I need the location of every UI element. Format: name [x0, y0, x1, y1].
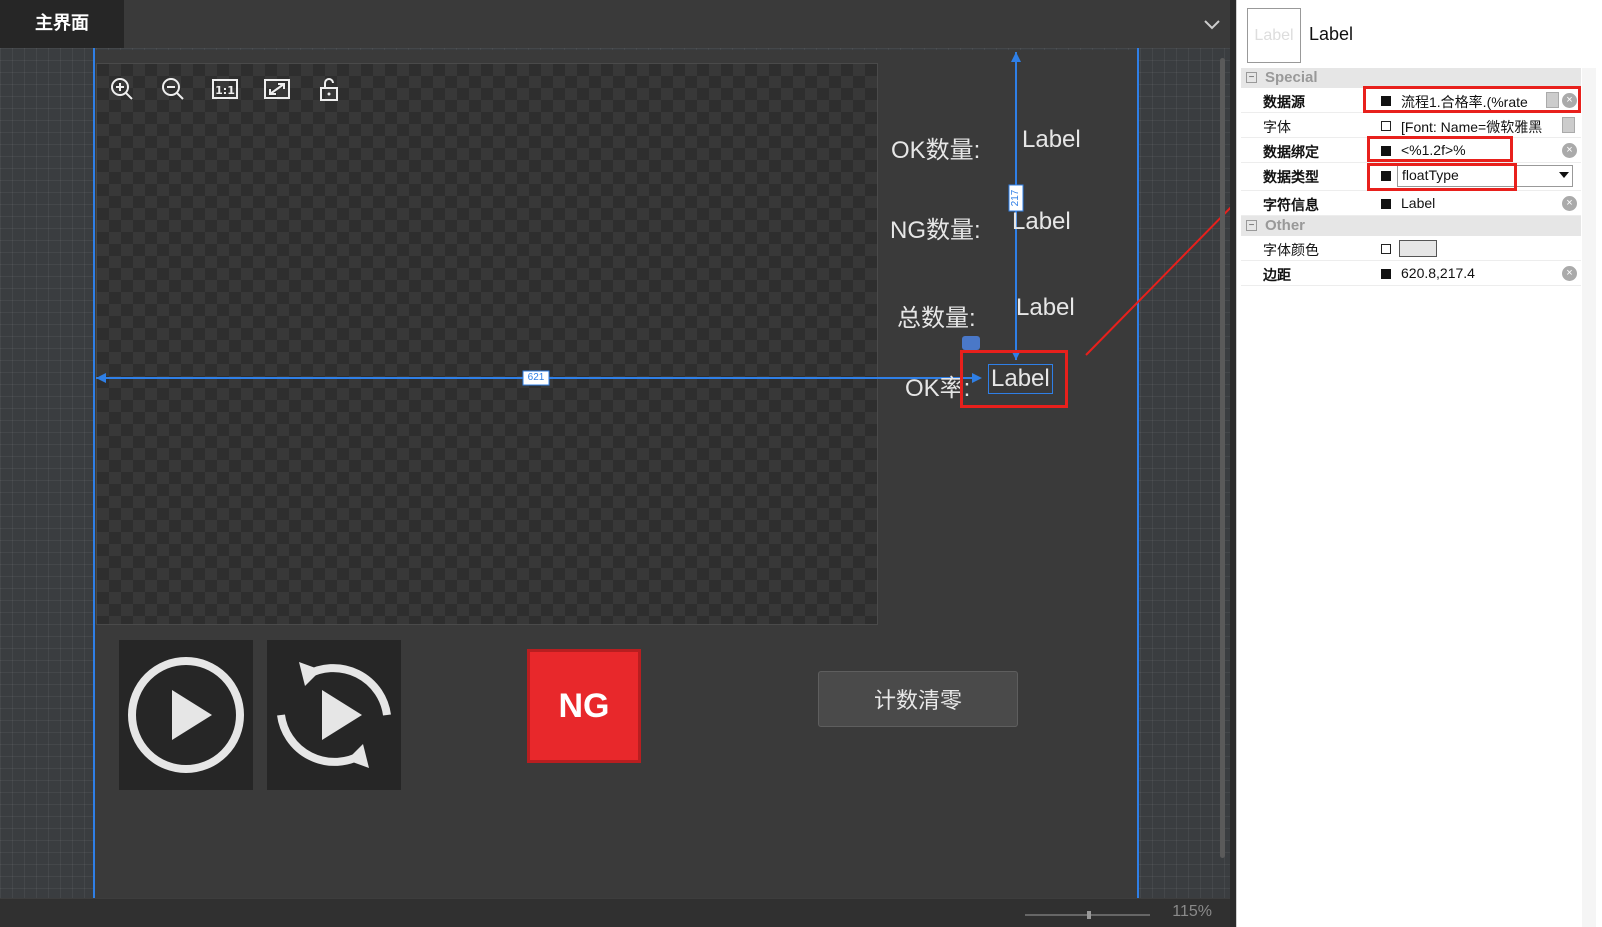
ng-count-label: NG数量: — [890, 217, 981, 244]
group-other[interactable]: − Other — [1241, 216, 1581, 236]
ng-count-value[interactable]: Label — [1012, 208, 1071, 236]
tab-bar: 主界面 — [0, 0, 1230, 48]
total-value[interactable]: Label — [1016, 294, 1075, 322]
status-bar: 115% — [0, 898, 1230, 927]
clear-icon[interactable]: × — [1562, 196, 1577, 211]
selection-highlight — [960, 350, 1068, 408]
image-display-area[interactable] — [96, 63, 878, 625]
color-swatch[interactable] — [1399, 240, 1437, 257]
document-icon[interactable] — [1562, 117, 1575, 133]
designer-area: 主界面 1:1 621 217 OK数量: NG数量: 总数量: OK率: La… — [0, 0, 1230, 927]
tab-main-interface[interactable]: 主界面 — [0, 0, 124, 48]
ok-count-label: OK数量: — [891, 137, 981, 164]
group-special[interactable]: − Special — [1241, 68, 1581, 88]
right-guide-line — [1137, 48, 1139, 898]
ng-indicator: NG — [527, 649, 641, 763]
replay-icon — [277, 662, 391, 768]
property-header: Label Label — [1237, 0, 1602, 66]
zoom-out-icon[interactable] — [158, 74, 188, 104]
run-loop-button[interactable] — [267, 640, 401, 790]
prop-row-text[interactable]: 字符信息 Label × — [1241, 191, 1581, 216]
zoom-in-icon[interactable] — [107, 74, 137, 104]
ok-count-value[interactable]: Label — [1022, 126, 1081, 154]
clear-icon[interactable]: × — [1562, 266, 1577, 281]
text-value[interactable]: Label — [1401, 195, 1555, 211]
chevron-down-icon[interactable] — [1202, 14, 1222, 34]
dropdown-arrow-icon[interactable] — [1559, 172, 1569, 178]
zoom-slider[interactable] — [1025, 911, 1155, 919]
total-label: 总数量: — [897, 305, 976, 332]
control-type-title: Label — [1309, 24, 1354, 44]
property-scrollbar[interactable] — [1582, 68, 1596, 927]
prop-row-font[interactable]: 字体 [Font: Name=微软雅黑 — [1241, 113, 1581, 138]
margin-value[interactable]: 620.8,217.4 — [1401, 265, 1555, 281]
property-panel: Label Label − Special 数据源 流程1.合格率.(%rate … — [1236, 0, 1602, 927]
actual-size-icon[interactable]: 1:1 — [210, 74, 240, 104]
app-window: 主界面 1:1 621 217 OK数量: NG数量: 总数量: OK率: La… — [0, 0, 1602, 927]
reset-count-button[interactable]: 计数清零 — [818, 671, 1018, 727]
run-once-button[interactable] — [119, 640, 253, 790]
fit-icon[interactable] — [262, 74, 292, 104]
highlight-datatype — [1367, 163, 1517, 191]
collapse-icon[interactable]: − — [1246, 72, 1257, 83]
play-icon — [128, 657, 244, 773]
zoom-level: 115% — [1172, 903, 1212, 920]
svg-text:1:1: 1:1 — [215, 84, 235, 97]
prop-row-fontcolor[interactable]: 字体颜色 — [1241, 236, 1581, 261]
horizontal-distance-label: 621 — [527, 372, 545, 383]
highlight-datasource — [1363, 86, 1581, 113]
prop-row-margin[interactable]: 边距 620.8,217.4 × — [1241, 261, 1581, 286]
control-thumbnail: Label — [1247, 8, 1301, 63]
highlight-binding — [1367, 136, 1513, 162]
collapse-icon[interactable]: − — [1246, 220, 1257, 231]
clear-icon[interactable]: × — [1562, 143, 1577, 158]
font-value[interactable]: [Font: Name=微软雅黑 — [1401, 117, 1555, 137]
vertical-scrollbar[interactable] — [1220, 58, 1225, 858]
left-guide-line — [93, 48, 95, 898]
unlock-icon[interactable] — [314, 74, 344, 104]
